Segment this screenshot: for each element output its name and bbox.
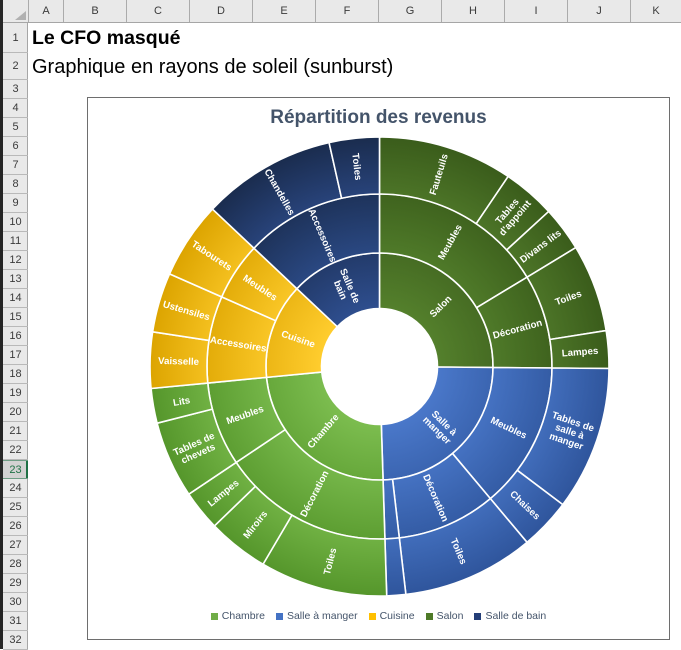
row-header-15[interactable]: 15 [3,308,28,327]
row-header-31[interactable]: 31 [3,612,28,631]
column-header-H[interactable]: H [441,0,504,22]
row-header-11[interactable]: 11 [3,232,28,251]
column-header-D[interactable]: D [189,0,252,22]
row-header-18[interactable]: 18 [3,365,28,384]
sunburst-plot: SalonMeublesFauteuilsTablesd'appointDiva… [88,98,668,638]
legend-swatch [474,613,481,620]
column-header-A[interactable]: A [28,0,63,22]
legend-label: Chambre [222,610,265,622]
legend-label: Salle à manger [287,610,358,622]
legend-item-Salon[interactable]: Salon [426,610,464,622]
column-header-K[interactable]: K [630,0,681,22]
row-header-19[interactable]: 19 [3,384,28,403]
row-header-9[interactable]: 9 [3,194,28,213]
select-all-triangle-icon [15,11,26,20]
row-header-6[interactable]: 6 [3,137,28,156]
row-header-7[interactable]: 7 [3,156,28,175]
legend-swatch [426,613,433,620]
row-header-21[interactable]: 21 [3,422,28,441]
row-header-1[interactable]: 1 [3,23,28,53]
legend-item-Cuisine[interactable]: Cuisine [369,610,415,622]
chart-title: Répartition des revenus [88,107,669,129]
row-header-4[interactable]: 4 [3,99,28,118]
row-header-14[interactable]: 14 [3,289,28,308]
column-header-F[interactable]: F [315,0,378,22]
row-header-25[interactable]: 25 [3,498,28,517]
column-header-I[interactable]: I [504,0,567,22]
row-header-10[interactable]: 10 [3,213,28,232]
segment-label: Vaisselle [158,356,200,368]
row-header-13[interactable]: 13 [3,270,28,289]
row-header-8[interactable]: 8 [3,175,28,194]
row-header-3[interactable]: 3 [3,80,28,99]
legend-item-Salle de bain[interactable]: Salle de bain [474,610,546,622]
cell-a2-text[interactable]: Graphique en rayons de soleil (sunburst) [32,56,393,79]
column-header-B[interactable]: B [63,0,126,22]
row-header-17[interactable]: 17 [3,346,28,365]
row-header-27[interactable]: 27 [3,536,28,555]
legend-label: Cuisine [380,610,415,622]
row-header-20[interactable]: 20 [3,403,28,422]
column-header-E[interactable]: E [252,0,315,22]
sunburst-chart[interactable]: Répartition des revenus SalonMeublesFaut… [87,97,670,640]
row-header-30[interactable]: 30 [3,593,28,612]
row-header-28[interactable]: 28 [3,555,28,574]
active-row-accent [26,461,28,478]
row-header-26[interactable]: 26 [3,517,28,536]
row-header-5[interactable]: 5 [3,118,28,137]
legend-swatch [369,613,376,620]
select-all-corner[interactable] [3,0,28,22]
row-header-29[interactable]: 29 [3,574,28,593]
cell-a1-text[interactable]: Le CFO masqué [32,27,180,50]
row-header-32[interactable]: 32 [3,631,28,650]
row-header-2[interactable]: 2 [3,53,28,80]
row-header-12[interactable]: 12 [3,251,28,270]
row-header-16[interactable]: 16 [3,327,28,346]
legend-label: Salle de bain [485,610,546,622]
legend-swatch [211,613,218,620]
row-header-24[interactable]: 24 [3,479,28,498]
column-header-G[interactable]: G [378,0,441,22]
legend-swatch [276,613,283,620]
legend-label: Salon [437,610,464,622]
column-header-J[interactable]: J [567,0,630,22]
row-header-23[interactable]: 23 [3,460,28,479]
column-header-C[interactable]: C [126,0,189,22]
legend-item-Chambre[interactable]: Chambre [211,610,265,622]
column-headers: ABCDEFGHIJK [3,0,681,23]
row-header-22[interactable]: 22 [3,441,28,460]
legend-item-Salle à manger[interactable]: Salle à manger [276,610,358,622]
chart-legend: Chambre Salle à manger Cuisine Salon Salle d… [88,610,669,622]
row-headers: 1234567891011121314151617181920212223242… [3,23,28,649]
